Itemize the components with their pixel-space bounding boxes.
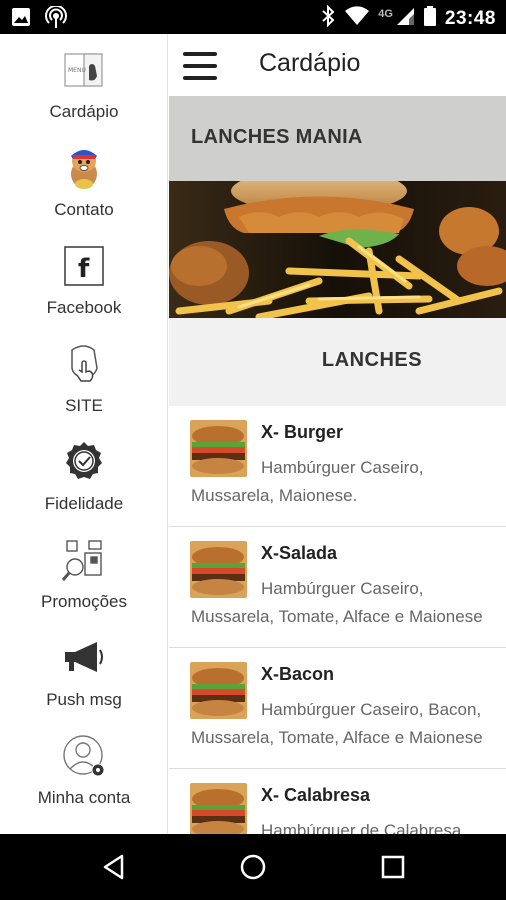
battery-icon: [423, 5, 437, 32]
category-header: LANCHES: [169, 318, 506, 406]
menu-item-description: Hambúrguer Caseiro, Bacon, Mussarela, To…: [191, 700, 483, 747]
menu-item[interactable]: X-Salada Hambúrguer Caseiro, Mussarela, …: [169, 527, 506, 648]
wifi-icon: [344, 6, 370, 31]
drawer-label: Push msg: [46, 690, 122, 709]
drawer-item-contato[interactable]: Contato: [0, 132, 168, 230]
mascot-contact-icon: [60, 144, 108, 192]
app-bar: Cardápio: [169, 34, 506, 96]
facebook-icon: f: [60, 242, 108, 290]
menu-card-icon: MENU: [60, 46, 108, 94]
drawer-label: Minha conta: [37, 788, 131, 807]
banner-title-bar: LANCHES MANIA: [169, 96, 506, 181]
menu-item[interactable]: X-Bacon Hambúrguer Caseiro, Bacon, Mussa…: [169, 648, 506, 769]
network-type: 4G: [378, 7, 393, 20]
drawer-item-facebook[interactable]: f Facebook: [0, 230, 168, 328]
drawer-label: Cardápio: [49, 102, 119, 121]
menu-item-name: X- Burger: [261, 422, 344, 442]
main-content: LANCHES MANIA LANCHES X- Burger Hambúrgu…: [169, 96, 506, 834]
svg-text:MENU: MENU: [68, 67, 86, 74]
banner-food-image: [169, 181, 506, 318]
broadcast-icon: [44, 4, 68, 35]
category-title: LANCHES: [321, 349, 423, 371]
system-nav-bar: [0, 834, 506, 900]
navigation-drawer: MENU Cardápio Contato f Facebook SITE Fi…: [0, 34, 168, 834]
menu-item-description: Hambúrguer Caseiro, Mussarela, Maionese.: [191, 458, 424, 505]
drawer-item-site[interactable]: SITE: [0, 328, 168, 426]
promotions-search-icon: [60, 536, 108, 584]
drawer-label: Fidelidade: [44, 494, 124, 513]
image-icon: [10, 6, 32, 35]
menu-item-description: Hambúrguer Caseiro, Mussarela, Tomate, A…: [191, 579, 483, 626]
megaphone-icon: [60, 634, 108, 682]
drawer-label: Facebook: [46, 298, 122, 317]
menu-item-description: Hambúrguer de Calabresa, Mussarela: [261, 821, 467, 834]
drawer-item-cardapio[interactable]: MENU Cardápio: [0, 34, 168, 132]
menu-item-name: X-Salada: [261, 543, 338, 563]
drawer-label: Promoções: [41, 592, 127, 611]
recents-icon[interactable]: [377, 851, 409, 883]
drawer-item-fidelidade[interactable]: Fidelidade: [0, 426, 168, 524]
status-time: 23:48: [444, 7, 496, 29]
back-icon[interactable]: [98, 851, 130, 883]
loyalty-badge-icon: [60, 438, 108, 486]
drawer-item-promocoes[interactable]: Promoções: [0, 524, 168, 622]
bluetooth-icon: [320, 4, 336, 32]
svg-text:f: f: [78, 254, 90, 284]
hamburger-menu-icon[interactable]: [183, 52, 217, 80]
account-settings-icon: [60, 732, 108, 780]
status-bar: 4G 23:48: [0, 0, 506, 34]
menu-item-name: X-Bacon: [261, 664, 335, 684]
drawer-item-minha-conta[interactable]: Minha conta: [0, 720, 168, 818]
home-icon[interactable]: [237, 851, 269, 883]
menu-item[interactable]: X- Burger Hambúrguer Caseiro, Mussarela,…: [169, 406, 506, 527]
menu-item[interactable]: X- Calabresa Hambúrguer de Calabresa, Mu…: [169, 769, 506, 834]
drawer-label: Contato: [54, 200, 114, 219]
restaurant-name: LANCHES MANIA: [191, 126, 363, 148]
app-screen: 4G 23:48 MENU Cardápio Contato f Faceboo…: [0, 0, 506, 900]
site-touch-icon: [60, 340, 108, 388]
drawer-label: SITE: [65, 396, 103, 415]
drawer-item-push-msg[interactable]: Push msg: [0, 622, 168, 720]
menu-item-name: X- Calabresa: [261, 785, 371, 805]
page-title: Cardápio: [259, 49, 361, 77]
restaurant-banner: LANCHES MANIA: [169, 96, 506, 318]
signal-icon: [395, 6, 415, 31]
